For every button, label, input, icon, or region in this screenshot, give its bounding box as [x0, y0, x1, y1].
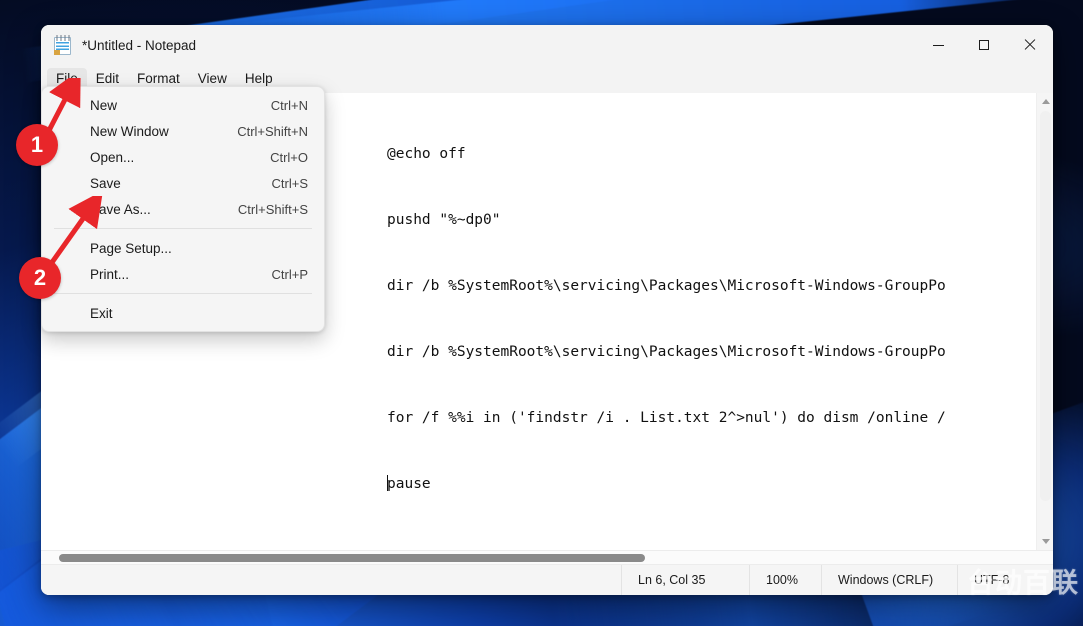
editor-line: dir /b %SystemRoot%\servicing\Packages\M…: [387, 275, 1036, 297]
editor-line-text: pause: [387, 476, 431, 492]
maximize-icon: [979, 40, 989, 50]
annotation-badge-2: 2: [19, 257, 61, 299]
menu-item-label: Open...: [90, 150, 270, 165]
watermark: 台动百联: [967, 561, 1079, 600]
vertical-scroll-thumb[interactable]: [1040, 111, 1051, 501]
editor-line: dir /b %SystemRoot%\servicing\Packages\M…: [387, 341, 1036, 363]
status-zoom-level[interactable]: 100%: [749, 565, 821, 595]
menu-item-label: Save As...: [90, 202, 238, 217]
editor-line-with-caret: pause: [387, 473, 1036, 495]
menu-item-shortcut: Ctrl+S: [272, 176, 308, 191]
window-title: *Untitled - Notepad: [82, 38, 196, 53]
minimize-button[interactable]: [915, 25, 961, 65]
menu-item-label: Print...: [90, 267, 272, 282]
menu-item-save[interactable]: Save Ctrl+S: [42, 170, 324, 196]
menu-item-exit[interactable]: Exit: [42, 300, 324, 326]
menu-item-label: Exit: [90, 306, 308, 321]
menu-item-shortcut: Ctrl+N: [271, 98, 308, 113]
maximize-button[interactable]: [961, 25, 1007, 65]
status-line-ending[interactable]: Windows (CRLF): [821, 565, 957, 595]
vertical-scrollbar[interactable]: [1036, 93, 1053, 550]
scroll-up-button[interactable]: [1037, 93, 1053, 110]
menu-item-shortcut: Ctrl+Shift+N: [237, 124, 308, 139]
editor-line: for /f %%i in ('findstr /i . List.txt 2^…: [387, 407, 1036, 429]
chevron-down-icon: [1042, 539, 1050, 544]
scroll-down-button[interactable]: [1037, 533, 1053, 550]
menu-item-shortcut: Ctrl+O: [270, 150, 308, 165]
menu-item-label: New Window: [90, 124, 237, 139]
chevron-up-icon: [1042, 99, 1050, 104]
menu-item-label: Page Setup...: [90, 241, 308, 256]
window-controls: [915, 25, 1053, 65]
menu-item-label: New: [90, 98, 271, 113]
notepad-icon: [54, 35, 72, 55]
horizontal-scroll-thumb[interactable]: [59, 554, 645, 562]
menu-separator: [54, 293, 312, 294]
menu-item-shortcut: Ctrl+P: [272, 267, 308, 282]
close-button[interactable]: [1007, 25, 1053, 65]
minimize-icon: [933, 45, 944, 46]
menu-item-label: Save: [90, 176, 272, 191]
status-bar: Ln 6, Col 35 100% Windows (CRLF) UTF-8: [41, 564, 1053, 595]
annotation-badge-1: 1: [16, 124, 58, 166]
status-cursor-position[interactable]: Ln 6, Col 35: [621, 565, 749, 595]
close-icon: [1024, 39, 1036, 51]
menu-item-shortcut: Ctrl+Shift+S: [238, 202, 308, 217]
editor-line: pushd "%~dp0": [387, 209, 1036, 231]
editor-line: @echo off: [387, 143, 1036, 165]
desktop: *Untitled - Notepad File Edit Format Vie…: [0, 0, 1083, 626]
title-bar[interactable]: *Untitled - Notepad: [41, 25, 1053, 65]
horizontal-scrollbar[interactable]: [41, 550, 1053, 564]
